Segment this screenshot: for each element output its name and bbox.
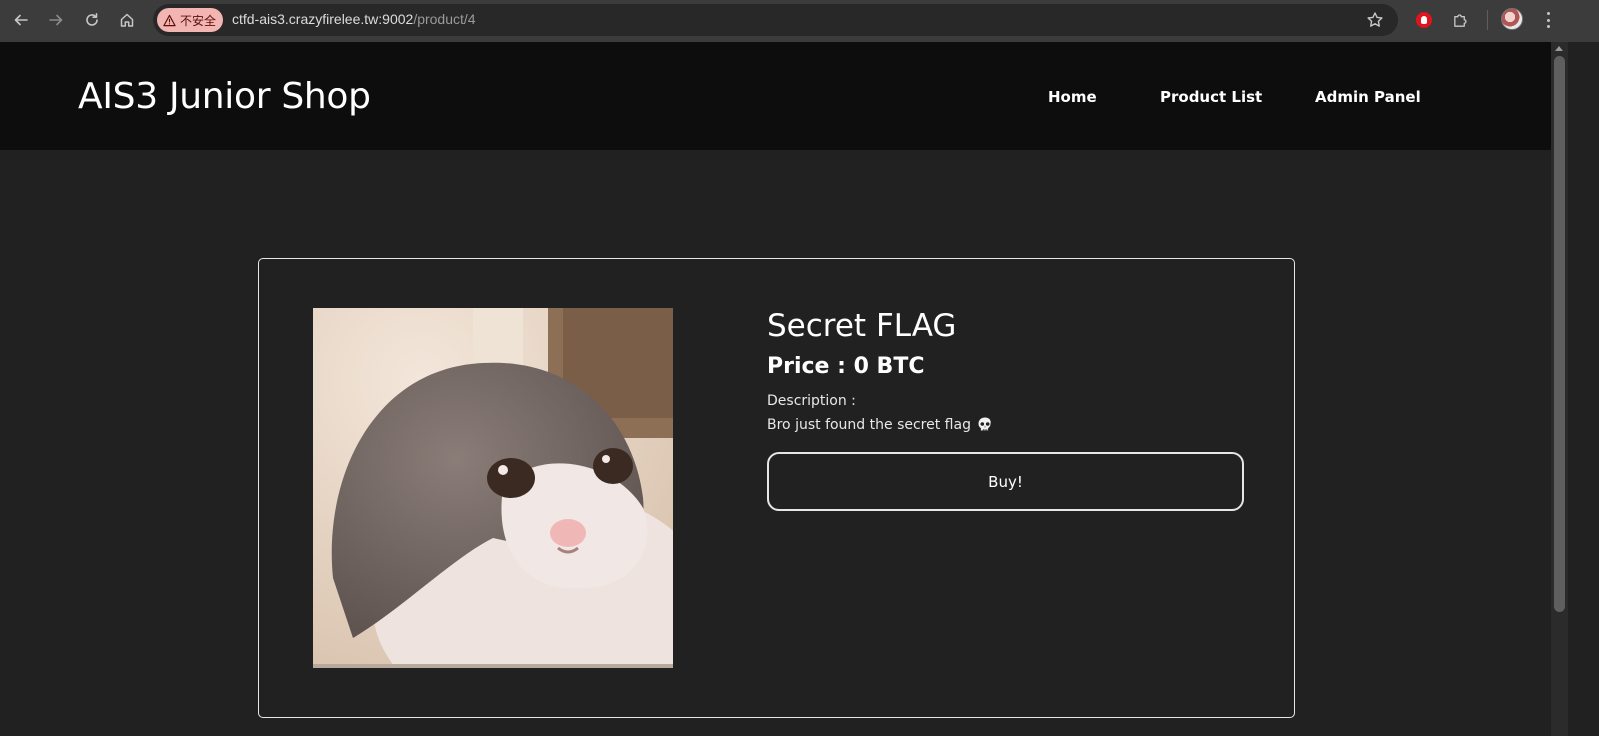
buy-button[interactable]: Buy! (767, 452, 1244, 511)
description-body: Bro just found the secret flag (767, 417, 971, 433)
url-host: ctfd-ais3.crazyfirelee.tw:9002 (232, 11, 414, 27)
nav-product-list[interactable]: Product List (1160, 88, 1262, 106)
forward-button[interactable] (43, 7, 69, 33)
browser-toolbar: 不安全 ctfd-ais3.crazyfirelee.tw:9002/produ… (0, 0, 1599, 42)
security-chip[interactable]: 不安全 (157, 8, 224, 32)
url-path: /product/4 (413, 11, 476, 27)
nav-home[interactable]: Home (1048, 88, 1097, 106)
back-button[interactable] (8, 7, 34, 33)
skull-icon (978, 417, 991, 431)
window-edge (1568, 42, 1599, 736)
site-header: AIS3 Junior Shop Home Product List Admin… (0, 42, 1551, 150)
security-label: 不安全 (180, 13, 217, 28)
back-icon (14, 14, 28, 26)
site-brand[interactable]: AIS3 Junior Shop (78, 76, 371, 117)
reload-icon (86, 13, 98, 26)
extension-icon (1416, 12, 1432, 28)
url-text[interactable]: ctfd-ais3.crazyfirelee.tw:9002/product/4 (232, 11, 476, 27)
nav-admin-panel[interactable]: Admin Panel (1315, 88, 1421, 106)
cat-photo (313, 308, 673, 668)
product-title: Secret FLAG (767, 308, 957, 344)
home-button[interactable] (114, 7, 140, 33)
reload-button[interactable] (79, 7, 105, 33)
description-label: Description : (767, 393, 856, 409)
toolbar-divider (1487, 10, 1488, 30)
star-icon[interactable] (1366, 11, 1384, 29)
puzzle-icon (1453, 13, 1467, 27)
extensions-menu-button[interactable] (1448, 8, 1472, 32)
extension-button[interactable] (1412, 8, 1436, 32)
address-bar[interactable]: 不安全 ctfd-ais3.crazyfirelee.tw:9002/produ… (153, 4, 1398, 36)
product-price: Price : 0 BTC (767, 354, 925, 379)
more-icon[interactable] (1538, 9, 1558, 31)
page-viewport: AIS3 Junior Shop Home Product List Admin… (0, 42, 1551, 736)
forward-icon (49, 14, 63, 26)
scroll-up-icon[interactable] (1555, 46, 1563, 51)
scrollbar[interactable] (1551, 42, 1568, 736)
home-icon (120, 13, 134, 27)
product-card: Secret FLAG Price : 0 BTC Description : … (258, 258, 1295, 718)
description-text: Bro just found the secret flag (767, 416, 994, 434)
scrollbar-thumb[interactable] (1554, 56, 1565, 612)
product-image (313, 308, 673, 668)
avatar[interactable] (1501, 8, 1523, 30)
warning-icon (163, 14, 176, 26)
